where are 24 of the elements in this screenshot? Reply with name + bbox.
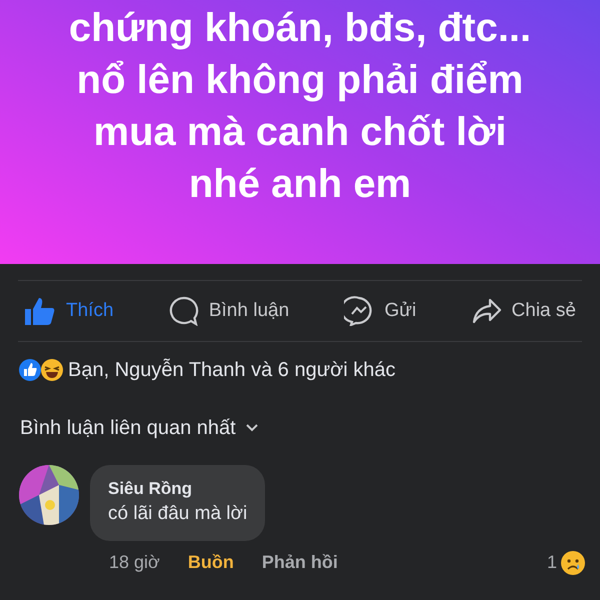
messenger-icon [344,296,374,326]
reply-link[interactable]: Phản hồi [262,549,338,576]
post-text-line: chứng khoán, bđs, đtc... [68,5,532,52]
like-button[interactable]: Thích [24,296,114,326]
comment-sort-label[interactable]: Bình luận liên quan nhất [20,413,236,443]
post-text-line: nhé anh em [188,161,412,208]
comment-text: có lãi đâu mà lời [108,502,248,526]
post-text-line: mua mà canh chốt lời [94,109,506,156]
post-text-line: nổ lên không phải điểm [76,57,524,104]
comment-time: 18 giờ [109,551,160,574]
speech-bubble-icon [168,296,199,326]
sad-emoji-icon [560,550,586,576]
share-button[interactable]: Chia sẻ [472,296,576,326]
like-reaction-icon [18,358,42,382]
comment-author[interactable]: Siêu Rồng [108,478,248,500]
reactions-summary[interactable]: Bạn, Nguyễn Thanh và 6 người khác [68,355,396,385]
send-button[interactable]: Gửi [344,296,416,326]
reaction-link[interactable]: Buồn [188,549,234,576]
thumbs-up-icon [24,296,56,326]
laughing-emoji-icon [40,358,64,382]
reaction-count: 1 [546,551,557,574]
chevron-down-icon[interactable] [246,424,258,432]
share-arrow-icon [472,297,502,325]
comment-button[interactable]: Bình luận [168,296,290,326]
